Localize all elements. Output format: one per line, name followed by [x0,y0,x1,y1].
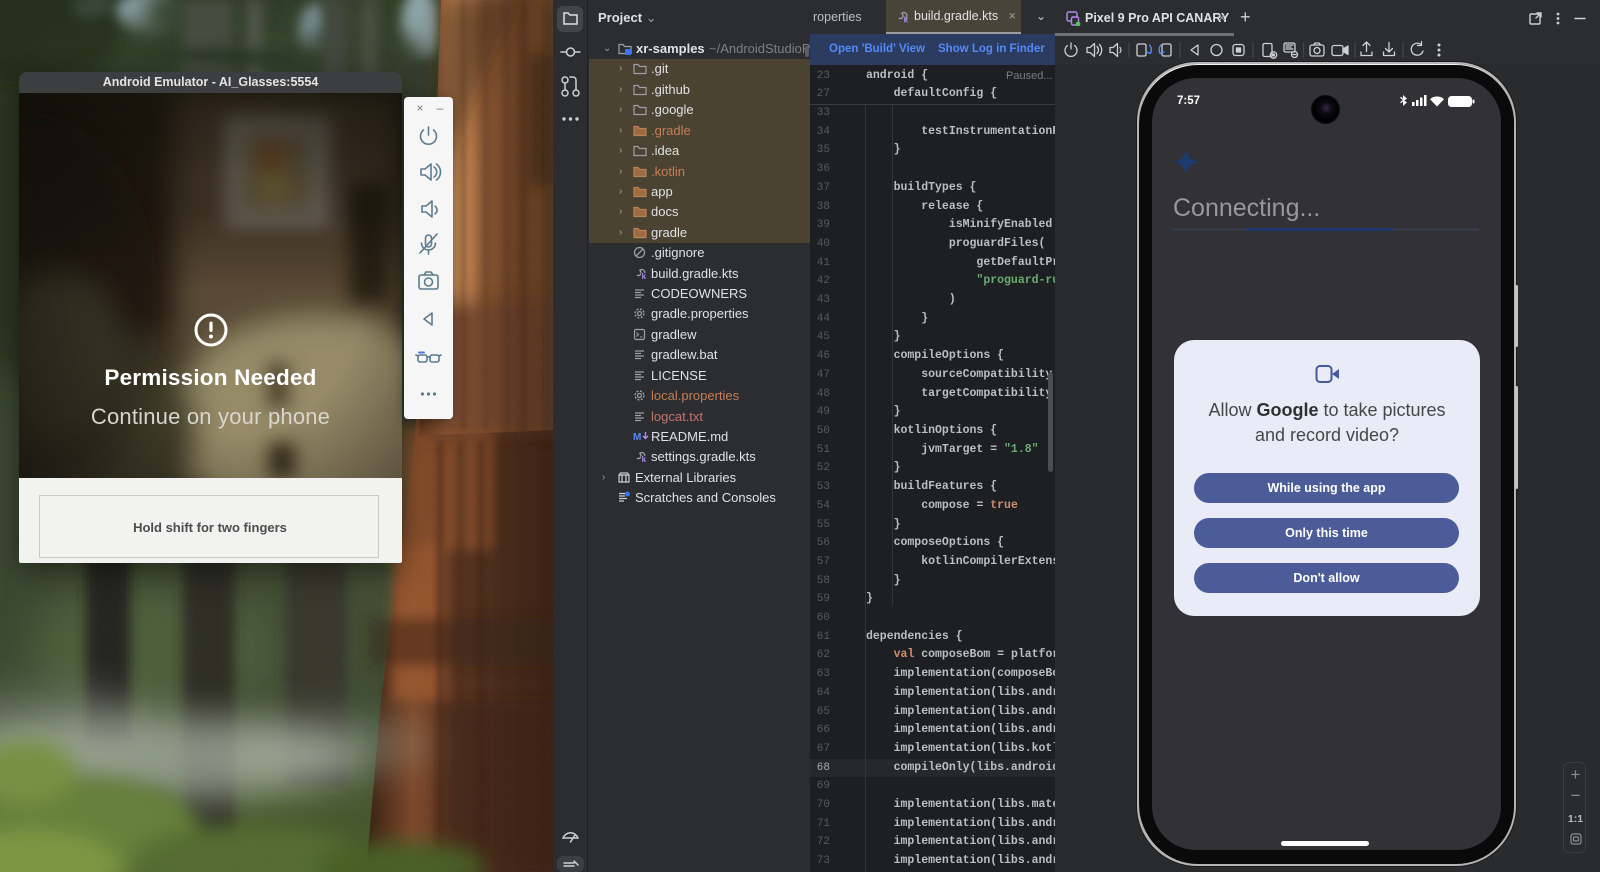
svg-text:k: k [904,16,909,24]
svg-text:k: k [642,272,647,280]
svg-text:M: M [633,432,641,442]
svg-text:k: k [642,455,647,463]
